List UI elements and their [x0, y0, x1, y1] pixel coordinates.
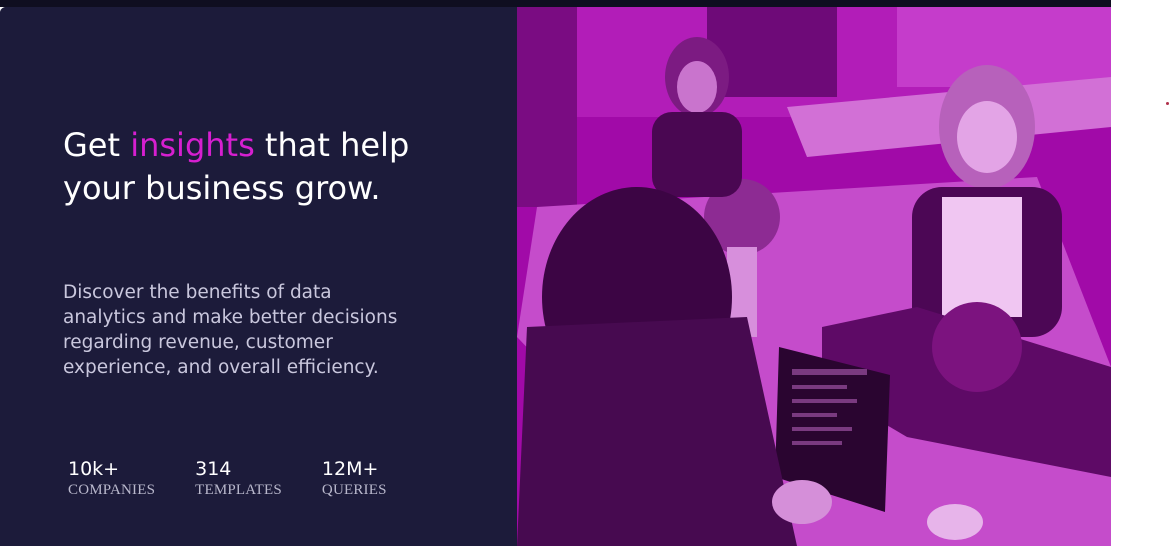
- stats-row: 10k+ COMPANIES 314 TEMPLATES 12M+ QUERIE…: [68, 457, 427, 499]
- hero-section: Get insights that help your business gro…: [0, 7, 1111, 546]
- hero-headline: Get insights that help your business gro…: [63, 124, 423, 210]
- stat-value: 12M+: [321, 458, 379, 480]
- stat-label: QUERIES: [321, 482, 387, 498]
- headline-accent: insights: [130, 126, 255, 164]
- office-team-photo-icon: [517, 7, 1111, 546]
- photo-illustration: [517, 7, 1111, 546]
- stat-templates: 314 TEMPLATES: [195, 457, 282, 499]
- stat-label: TEMPLATES: [195, 482, 282, 498]
- stat-label: COMPANIES: [68, 482, 156, 498]
- stray-dot: [1166, 102, 1169, 105]
- stat-value: 314: [195, 458, 232, 480]
- hero-description: Discover the benefits of data analytics …: [63, 282, 398, 378]
- top-strip: [0, 0, 1111, 7]
- stat-companies: 10k+ COMPANIES: [68, 457, 155, 499]
- headline-pre: Get: [63, 126, 131, 164]
- stat-queries: 12M+ QUERIES: [322, 457, 387, 499]
- hero-text-panel: Get insights that help your business gro…: [0, 7, 517, 546]
- stat-value: 10k+: [68, 458, 120, 480]
